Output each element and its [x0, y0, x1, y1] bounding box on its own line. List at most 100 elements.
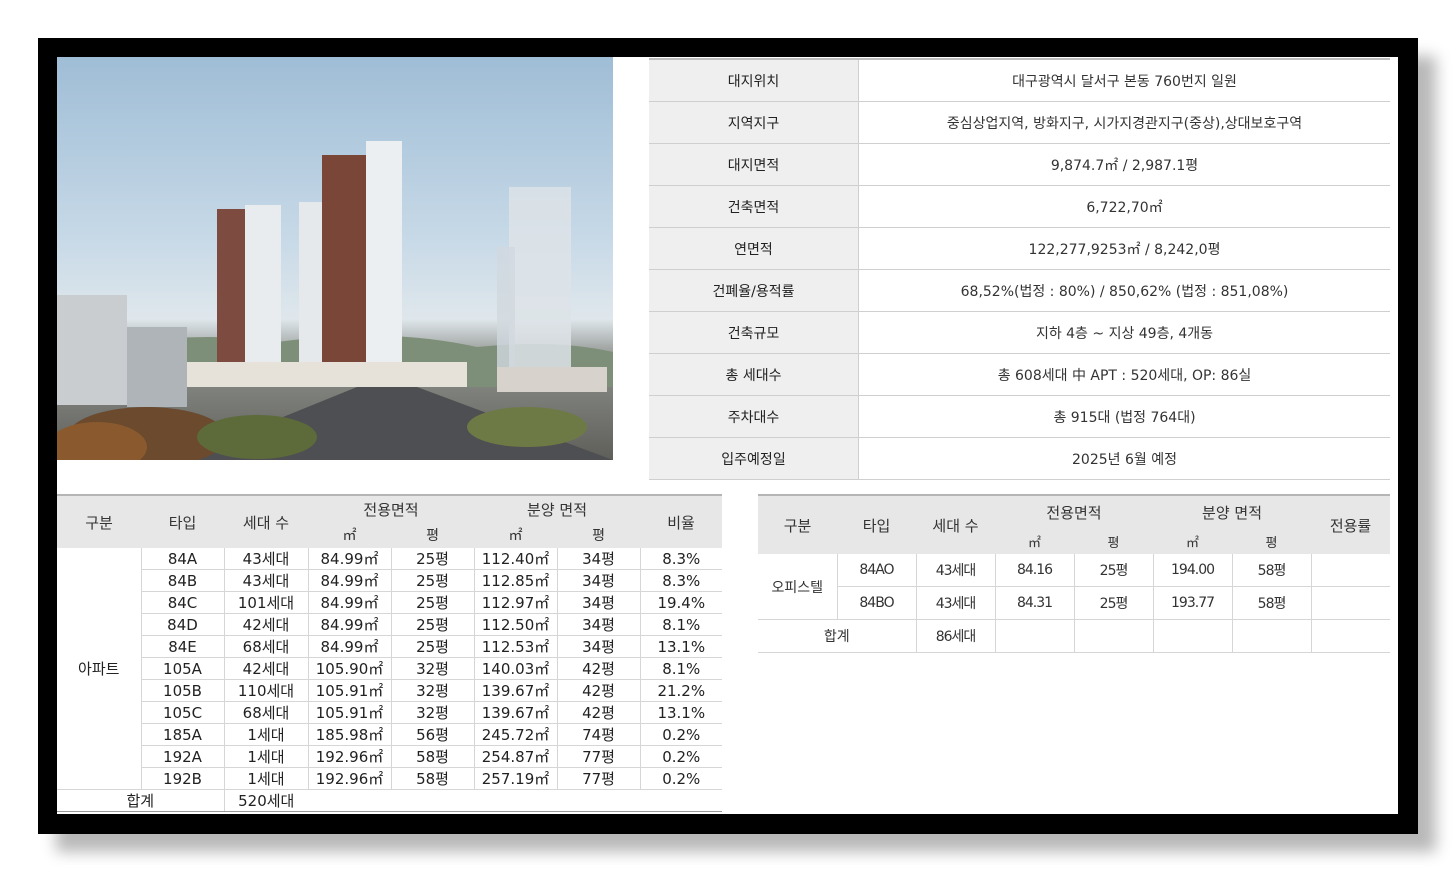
off-header-ratio: 전용률 — [1311, 494, 1391, 554]
apt-total-label: 합계 — [57, 789, 224, 812]
apt-header-exclusive-area: 전용면적 — [308, 494, 475, 522]
apt-cell-units: 42세대 — [223, 657, 308, 680]
info-value: 총 915대 (법정 764대) — [858, 395, 1390, 438]
apt-cell-exclusive-sqm: 105.91㎡ — [307, 679, 391, 702]
apt-cell-supply-pyeong: 42평 — [556, 701, 641, 724]
info-row: 건축규모 지하 4층 ~ 지상 49층, 4개동 — [649, 311, 1390, 354]
table-row: 84D 42세대 84.99㎡ 25평 112.50㎡ 34평 8.1% — [57, 613, 723, 636]
apt-cell-supply-pyeong: 34평 — [556, 635, 641, 658]
apt-cell-supply-pyeong: 77평 — [556, 745, 641, 768]
apt-cell-units: 110세대 — [223, 679, 308, 702]
table-row: 192A 1세대 192.96㎡ 58평 254.87㎡ 77평 0.2% — [57, 745, 723, 768]
apt-cell-type: 84A — [140, 548, 224, 570]
apt-cell-units: 43세대 — [223, 569, 308, 592]
info-label: 연면적 — [649, 227, 859, 270]
apt-cell-supply-sqm: 112.40㎡ — [473, 548, 558, 570]
info-row: 대지위치 대구광역시 달서구 본동 760번지 일원 — [649, 58, 1390, 102]
apt-cell-exclusive-sqm: 84.99㎡ — [307, 613, 391, 636]
apt-group-label: 아파트 — [57, 548, 141, 790]
apt-cell-exclusive-pyeong: 32평 — [390, 679, 475, 702]
apt-header-units: 세대 수 — [224, 494, 308, 548]
apt-cell-exclusive-pyeong: 25평 — [390, 635, 475, 658]
info-row: 건폐율/용적률 68,52%(법정 : 80%) / 850,62% (법정 : … — [649, 269, 1390, 312]
table-row: 84C 101세대 84.99㎡ 25평 112.97㎡ 34평 19.4% — [57, 591, 723, 614]
off-cell-ratio — [1310, 554, 1391, 587]
info-row: 총 세대수 총 608세대 中 APT : 520세대, OP: 86실 — [649, 353, 1390, 396]
apt-cell-supply-sqm: 254.87㎡ — [473, 745, 558, 768]
info-row: 연면적 122,277,9253㎡ / 8,242,0평 — [649, 227, 1390, 270]
off-header-supply-pyeong: 평 — [1232, 528, 1312, 554]
apt-cell-ratio: 13.1% — [639, 635, 723, 658]
apt-cell-exclusive-pyeong: 25평 — [390, 591, 475, 614]
apt-cell-supply-sqm: 139.67㎡ — [473, 701, 558, 724]
off-total-blank — [1073, 619, 1154, 653]
apt-cell-type: 192B — [140, 767, 224, 790]
info-label: 지역지구 — [649, 101, 859, 144]
apt-cell-supply-sqm: 139.67㎡ — [473, 679, 558, 702]
apt-cell-supply-sqm: 112.50㎡ — [473, 613, 558, 636]
off-header-type: 타입 — [837, 494, 916, 554]
apt-cell-type: 185A — [140, 723, 224, 746]
apt-cell-exclusive-pyeong: 58평 — [390, 745, 475, 768]
info-label: 입주예정일 — [649, 437, 859, 480]
apt-cell-exclusive-sqm: 105.90㎡ — [307, 657, 391, 680]
apt-cell-exclusive-pyeong: 25평 — [390, 548, 475, 570]
apt-cell-exclusive-sqm: 84.99㎡ — [307, 591, 391, 614]
table-row: 84BO 43세대 84.31 25평 193.77 58평 — [758, 586, 1391, 620]
apt-cell-exclusive-sqm: 185.98㎡ — [307, 723, 391, 746]
apt-header-ratio: 비율 — [640, 494, 723, 548]
apt-cell-supply-pyeong: 42평 — [556, 657, 641, 680]
content-panel: 대지위치 대구광역시 달서구 본동 760번지 일원 지역지구 중심상업지역, 방화지… — [57, 57, 1398, 814]
apt-cell-supply-pyeong: 77평 — [556, 767, 641, 790]
apt-cell-ratio: 19.4% — [639, 591, 723, 614]
info-label: 총 세대수 — [649, 353, 859, 396]
off-cell-units: 43세대 — [915, 586, 995, 620]
apt-cell-exclusive-pyeong: 25평 — [390, 569, 475, 592]
apt-header-exclusive-pyeong: 평 — [391, 522, 475, 548]
apt-cell-supply-pyeong: 34평 — [556, 548, 641, 570]
off-cell-units: 43세대 — [915, 554, 995, 587]
off-cell-exclusive-pyeong: 25평 — [1073, 586, 1154, 620]
info-label: 건축면적 — [649, 185, 859, 228]
apt-cell-ratio: 0.2% — [639, 767, 723, 790]
apt-cell-exclusive-pyeong: 32평 — [390, 657, 475, 680]
table-row: 아파트 84A 43세대 84.99㎡ 25평 112.40㎡ 34평 8.3% — [57, 548, 723, 790]
apt-cell-exclusive-pyeong: 56평 — [390, 723, 475, 746]
apt-cell-supply-sqm: 245.72㎡ — [473, 723, 558, 746]
table-row: 185A 1세대 185.98㎡ 56평 245.72㎡ 74평 0.2% — [57, 723, 723, 746]
off-header-supply-area: 분양 면적 — [1153, 494, 1312, 528]
off-total-units: 86세대 — [915, 619, 995, 653]
info-row: 대지면적 9,874.7㎡ / 2,987.1평 — [649, 143, 1390, 186]
info-value: 2025년 6월 예정 — [858, 437, 1390, 480]
apt-cell-type: 105A — [140, 657, 224, 680]
off-total-blank — [1310, 619, 1391, 653]
apt-cell-ratio: 0.2% — [639, 723, 723, 746]
info-value: 9,874.7㎡ / 2,987.1평 — [858, 143, 1390, 186]
info-value: 6,722,70㎡ — [858, 185, 1390, 228]
off-cell-exclusive-sqm: 84.31 — [994, 586, 1074, 620]
info-row: 주차대수 총 915대 (법정 764대) — [649, 395, 1390, 438]
off-cell-supply-pyeong: 58평 — [1231, 586, 1312, 620]
apt-cell-supply-pyeong: 34평 — [556, 569, 641, 592]
info-value: 지하 4층 ~ 지상 49층, 4개동 — [858, 311, 1390, 354]
apt-header-exclusive-sqm: ㎡ — [308, 522, 391, 548]
apt-cell-supply-pyeong: 74평 — [556, 723, 641, 746]
table-row: 105A 42세대 105.90㎡ 32평 140.03㎡ 42평 8.1% — [57, 657, 723, 680]
apt-cell-type: 84D — [140, 613, 224, 636]
off-cell-supply-sqm: 193.77 — [1152, 586, 1233, 620]
info-value: 대구광역시 달서구 본동 760번지 일원 — [858, 58, 1390, 102]
apt-cell-ratio: 21.2% — [639, 679, 723, 702]
apt-cell-ratio: 8.3% — [639, 548, 723, 570]
apt-total-row: 합계 520세대 — [57, 789, 723, 812]
off-total-blank — [1152, 619, 1233, 653]
off-total-blank — [1231, 619, 1312, 653]
info-label: 대지위치 — [649, 58, 859, 102]
apt-header-category: 구분 — [57, 494, 141, 548]
apt-header-supply-pyeong: 평 — [557, 522, 641, 548]
apt-cell-exclusive-sqm: 192.96㎡ — [307, 745, 391, 768]
apt-cell-units: 68세대 — [223, 635, 308, 658]
apartment-rendering-image — [57, 57, 613, 460]
table-row: 84B 43세대 84.99㎡ 25평 112.85㎡ 34평 8.3% — [57, 569, 723, 592]
apt-cell-units: 1세대 — [223, 767, 308, 790]
apt-cell-type: 192A — [140, 745, 224, 768]
